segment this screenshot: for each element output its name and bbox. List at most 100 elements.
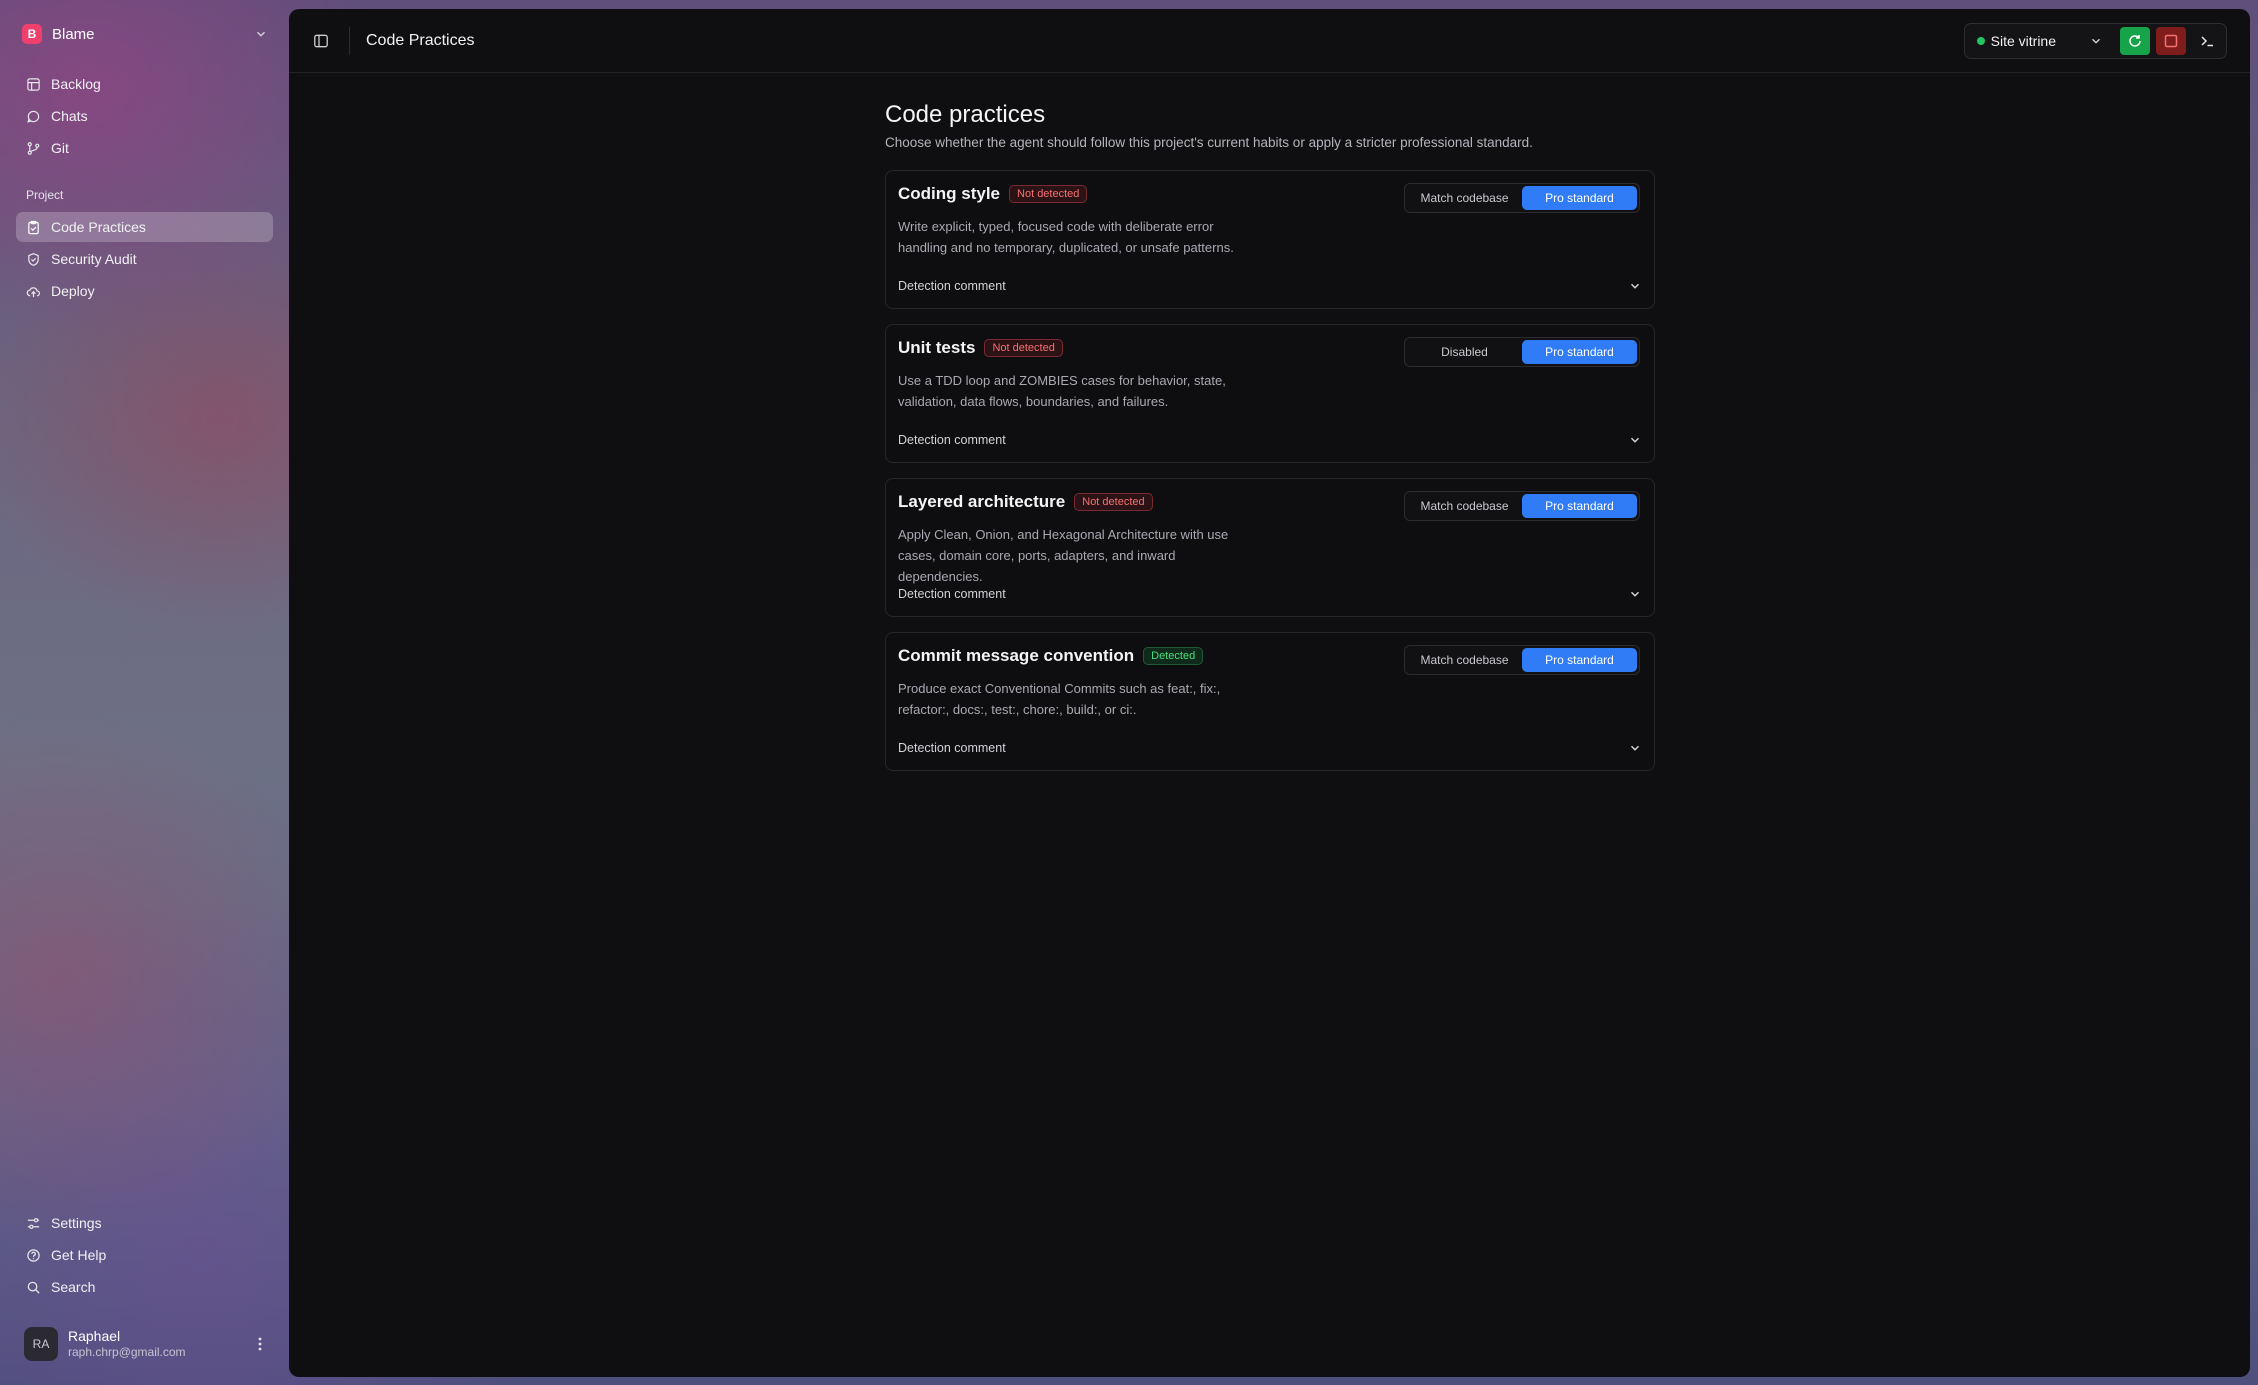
chevron-down-icon [2092, 38, 2100, 44]
main-panel: Code Practices Site vitrine Code practic… [289, 9, 2250, 1377]
help-circle-icon [27, 1248, 40, 1262]
mode-segmented-control: Match codebase Pro standard [1404, 183, 1640, 213]
detection-comment-label: Detection comment [898, 741, 1006, 755]
toggle-sidebar-button[interactable] [309, 29, 333, 53]
card-title: Coding style [898, 184, 1001, 203]
detection-comment-toggle[interactable]: Detection comment [886, 271, 1654, 301]
site-dropdown-button[interactable] [2086, 31, 2106, 51]
status-badge: Not detected [1074, 493, 1153, 511]
topbar: Code Practices Site vitrine [289, 9, 2250, 73]
table-icon [27, 77, 40, 91]
card-header: Unit tests Not detected [898, 338, 1063, 358]
sidebar-item-code-practices[interactable]: Code Practices [16, 212, 273, 242]
status-dot [1976, 37, 1985, 45]
chat-bubble-icon [27, 110, 40, 123]
detection-comment-label: Detection comment [898, 433, 1006, 447]
chevron-down-icon [1631, 283, 1639, 289]
sliders-icon [27, 1217, 40, 1229]
pro-standard-option[interactable]: Pro standard [1522, 648, 1637, 672]
avatar[interactable]: RA [24, 1327, 58, 1361]
sidebar-item-git[interactable]: Git [16, 133, 273, 163]
card-title: Unit tests [898, 338, 976, 357]
disabled-option[interactable]: Disabled [1407, 340, 1522, 364]
detection-comment-toggle[interactable]: Detection comment [886, 579, 1654, 609]
status-badge: Not detected [984, 339, 1063, 357]
mode-segmented-control: Match codebase Pro standard [1404, 491, 1640, 521]
sidebar-item-label: Security Audit [51, 251, 137, 267]
detection-comment-label: Detection comment [898, 587, 1006, 601]
status-badge: Detected [1143, 647, 1204, 665]
card-header: Layered architecture Not detected [898, 492, 1153, 512]
practice-card-unit-tests: Unit tests Not detected Use a TDD loop a… [885, 324, 1655, 463]
match-codebase-option[interactable]: Match codebase [1407, 186, 1522, 210]
detection-comment-label: Detection comment [898, 279, 1006, 293]
stop-square-icon [2164, 34, 2178, 48]
sidebar-item-get-help[interactable]: Get Help [16, 1240, 273, 1270]
mode-segmented-control: Disabled Pro standard [1404, 337, 1640, 367]
more-vertical-icon [258, 1337, 262, 1351]
card-description: Write explicit, typed, focused code with… [898, 219, 1234, 255]
terminal-button[interactable] [2192, 27, 2222, 55]
card-title: Commit message convention [898, 646, 1135, 665]
match-codebase-option[interactable]: Match codebase [1407, 648, 1522, 672]
workspace-switcher[interactable]: B Blame [22, 20, 268, 48]
sidebar-item-chats[interactable]: Chats [16, 101, 273, 131]
cloud-upload-icon [26, 286, 40, 297]
sidebar-item-deploy[interactable]: Deploy [16, 276, 273, 306]
terminal-icon [2201, 36, 2213, 47]
sidebar-item-label: Search [51, 1279, 96, 1295]
pro-standard-option[interactable]: Pro standard [1522, 494, 1637, 518]
sidebar-item-label: Backlog [51, 76, 101, 92]
topbar-divider [349, 26, 350, 55]
sidebar-item-backlog[interactable]: Backlog [16, 69, 273, 99]
sidebar: B Blame Backlog Chats Git Project Code P… [0, 0, 289, 1385]
workspace-badge: B [22, 24, 42, 44]
site-picker: Site vitrine [1963, 23, 2227, 59]
bottom-nav: Settings Get Help Search [16, 1208, 273, 1304]
user-menu-button[interactable] [250, 1334, 270, 1354]
git-branch-icon [27, 141, 40, 155]
sidebar-item-label: Deploy [51, 283, 95, 299]
card-description: Apply Clean, Onion, and Hexagonal Archit… [898, 527, 1229, 584]
refresh-button[interactable] [2120, 27, 2150, 55]
chevron-down-icon [1631, 745, 1639, 751]
site-name[interactable]: Site vitrine [1991, 33, 2056, 49]
detection-comment-toggle[interactable]: Detection comment [886, 425, 1654, 455]
clipboard-check-icon [28, 220, 39, 234]
sidebar-item-label: Git [51, 140, 69, 156]
search-icon [27, 1281, 40, 1294]
user-email: raph.chrp@gmail.com [68, 1345, 186, 1360]
practice-card-coding-style: Coding style Not detected Write explicit… [885, 170, 1655, 309]
section-title: Code practices [885, 101, 1046, 128]
pro-standard-option[interactable]: Pro standard [1522, 340, 1637, 364]
card-header: Commit message convention Detected [898, 646, 1204, 666]
mode-segmented-control: Match codebase Pro standard [1404, 645, 1640, 675]
sidebar-item-label: Code Practices [51, 219, 146, 235]
card-description: Use a TDD loop and ZOMBIES cases for beh… [898, 373, 1226, 409]
detection-comment-toggle[interactable]: Detection comment [886, 733, 1654, 763]
user-info: Raphael raph.chrp@gmail.com [68, 1328, 240, 1361]
status-badge: Not detected [1009, 185, 1088, 203]
user-profile: RA Raphael raph.chrp@gmail.com [24, 1325, 270, 1363]
card-description: Produce exact Conventional Commits such … [898, 681, 1221, 717]
sidebar-item-security-audit[interactable]: Security Audit [16, 244, 273, 274]
stop-button[interactable] [2156, 27, 2186, 55]
pro-standard-option[interactable]: Pro standard [1522, 186, 1637, 210]
sidebar-item-label: Settings [51, 1215, 102, 1231]
match-codebase-option[interactable]: Match codebase [1407, 494, 1522, 518]
sidebar-item-search[interactable]: Search [16, 1272, 273, 1302]
sidebar-panel-icon [314, 34, 328, 47]
shield-check-icon [28, 252, 39, 266]
card-header: Coding style Not detected [898, 184, 1088, 204]
chevron-down-icon [257, 31, 265, 37]
code-practices-section: Code practices Choose whether the agent … [885, 101, 1655, 786]
workspace-name: Blame [52, 25, 95, 43]
chevron-down-icon [1631, 591, 1639, 597]
main-nav: Backlog Chats Git [16, 69, 273, 165]
sidebar-item-settings[interactable]: Settings [16, 1208, 273, 1238]
sidebar-item-label: Get Help [51, 1247, 107, 1263]
user-name: Raphael [68, 1327, 121, 1344]
sidebar-item-label: Chats [51, 108, 88, 124]
practice-card-commit-convention: Commit message convention Detected Produ… [885, 632, 1655, 771]
project-nav: Project Code Practices Security Audit De… [16, 188, 273, 308]
